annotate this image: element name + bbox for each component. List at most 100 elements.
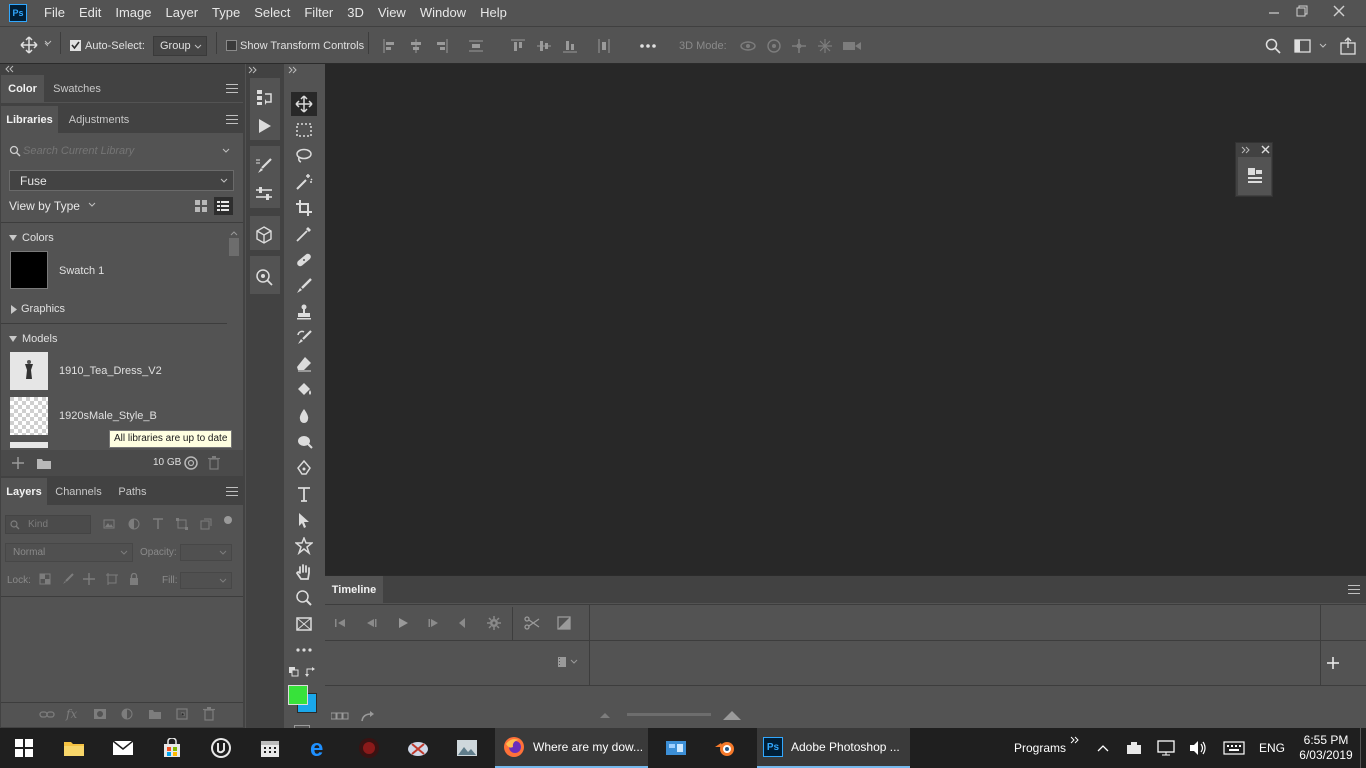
photoshop-taskbar-button[interactable]: Ps Adobe Photoshop ...: [757, 728, 910, 768]
filter-shape-layers-button[interactable]: [176, 518, 188, 530]
floating-panel-close-button[interactable]: [1261, 145, 1270, 154]
color-panel-menu-icon[interactable]: [226, 84, 238, 93]
show-desktop-button[interactable]: [1360, 728, 1366, 768]
frame-tool[interactable]: [291, 612, 317, 636]
tab-paths[interactable]: Paths: [110, 478, 155, 505]
lock-position-button[interactable]: [83, 573, 95, 585]
dodge-tool[interactable]: [291, 430, 317, 454]
timeline-menu-icon[interactable]: [1348, 585, 1360, 594]
view-by-type-dropdown[interactable]: View by Type: [9, 199, 96, 213]
menu-type[interactable]: Type: [205, 0, 247, 25]
edit-toolbar-button[interactable]: [291, 638, 317, 662]
align-left-edges-button[interactable]: [383, 39, 397, 53]
menu-edit[interactable]: Edit: [72, 0, 108, 25]
list-view-button[interactable]: [214, 197, 233, 215]
model-thumbnail-male-style[interactable]: [10, 397, 48, 435]
close-window-button[interactable]: [1324, 0, 1354, 22]
control-panel-button[interactable]: [652, 728, 700, 768]
type-tool[interactable]: [291, 482, 317, 506]
edge-browser-button[interactable]: e: [296, 728, 344, 768]
swap-colors-button[interactable]: [305, 667, 316, 677]
crop-tool[interactable]: [291, 196, 317, 220]
align-right-edges-button[interactable]: [434, 39, 448, 53]
model-thumbnail-tea-dress[interactable]: [10, 352, 48, 390]
actions-panel-button[interactable]: [255, 117, 273, 135]
healing-brush-tool[interactable]: [291, 248, 317, 272]
audio-button[interactable]: [456, 617, 468, 629]
grid-view-button[interactable]: [194, 199, 208, 213]
align-vertical-centers-button[interactable]: [537, 39, 551, 53]
blur-tool[interactable]: [291, 404, 317, 428]
delete-layer-button[interactable]: [203, 707, 215, 721]
default-colors-button[interactable]: [289, 667, 299, 677]
path-selection-tool[interactable]: [291, 508, 317, 532]
library-search-input[interactable]: [23, 141, 213, 161]
menu-select[interactable]: Select: [247, 0, 297, 25]
menu-layer[interactable]: Layer: [159, 0, 206, 25]
new-adjustment-layer-button[interactable]: [121, 708, 133, 720]
davinci-app-button[interactable]: [345, 728, 393, 768]
history-panel-button[interactable]: [255, 88, 273, 106]
floating-panel-icon-button[interactable]: [1238, 157, 1271, 195]
convert-to-frame-animation-button[interactable]: [331, 712, 349, 720]
menu-window[interactable]: Window: [413, 0, 473, 25]
volume-button[interactable]: [1186, 728, 1210, 768]
filter-smart-objects-button[interactable]: [200, 518, 212, 530]
lock-image-pixels-button[interactable]: [62, 573, 74, 585]
fx-icon[interactable]: fx: [66, 707, 77, 721]
custom-shape-tool[interactable]: [291, 534, 317, 558]
library-select[interactable]: Fuse: [9, 170, 234, 191]
3d-scale-button[interactable]: [842, 38, 862, 54]
delete-library-item-button[interactable]: [208, 456, 220, 470]
3d-roll-button[interactable]: [765, 38, 783, 54]
mail-button[interactable]: [99, 728, 147, 768]
eraser-tool[interactable]: [291, 352, 317, 376]
restore-button[interactable]: [1287, 0, 1317, 22]
search-button[interactable]: [1265, 38, 1281, 54]
creative-cloud-sync-button[interactable]: [182, 456, 200, 470]
timeline-zoom-slider[interactable]: [627, 713, 711, 716]
clone-stamp-tool[interactable]: [291, 300, 317, 324]
create-group-button[interactable]: [36, 456, 52, 470]
align-bottom-edges-button[interactable]: [563, 39, 577, 53]
section-graphics[interactable]: Graphics: [9, 303, 65, 315]
3d-pan-button[interactable]: [790, 38, 808, 54]
calendar-button[interactable]: [246, 728, 294, 768]
magic-wand-tool[interactable]: [291, 170, 317, 194]
start-button[interactable]: [0, 728, 48, 768]
file-explorer-button[interactable]: [50, 728, 98, 768]
model-label-male-style[interactable]: 1920sMale_Style_B: [59, 410, 157, 422]
menu-3d[interactable]: 3D: [340, 0, 371, 25]
zoom-in-timeline-button[interactable]: [723, 710, 741, 720]
zoom-tool[interactable]: [291, 586, 317, 610]
3d-slide-button[interactable]: [816, 38, 834, 54]
store-button[interactable]: [148, 728, 196, 768]
3d-orbit-button[interactable]: [739, 38, 757, 54]
filter-pixel-layers-button[interactable]: [103, 518, 115, 530]
section-models[interactable]: Models: [9, 333, 57, 345]
blend-mode-select[interactable]: Normal: [5, 543, 133, 562]
foreground-color-swatch[interactable]: [288, 685, 308, 705]
programs-toolbar[interactable]: Programs: [1010, 728, 1092, 768]
menu-file[interactable]: File: [37, 0, 72, 25]
menu-filter[interactable]: Filter: [297, 0, 340, 25]
show-hidden-icons-button[interactable]: [1092, 728, 1114, 768]
tab-adjustments[interactable]: Adjustments: [60, 106, 138, 133]
network-button[interactable]: [1154, 728, 1178, 768]
swatch-1-label[interactable]: Swatch 1: [59, 265, 104, 277]
tab-timeline[interactable]: Timeline: [325, 576, 383, 603]
brushes-panel-button[interactable]: [255, 185, 273, 203]
layers-panel-menu-icon[interactable]: [226, 487, 238, 496]
filter-adjustment-layers-button[interactable]: [128, 518, 140, 530]
tab-color[interactable]: Color: [1, 75, 44, 102]
distribute-horizontal-button[interactable]: [597, 39, 611, 53]
brush-tool[interactable]: [291, 274, 317, 298]
link-layers-button[interactable]: [39, 709, 55, 721]
menu-help[interactable]: Help: [473, 0, 514, 25]
show-transform-controls-checkbox[interactable]: [226, 40, 237, 51]
paint-bucket-tool[interactable]: [291, 378, 317, 402]
more-options-button[interactable]: [639, 39, 657, 53]
align-top-edges-button[interactable]: [511, 39, 525, 53]
tray-app-button[interactable]: [1122, 728, 1146, 768]
add-layer-mask-button[interactable]: [93, 708, 107, 720]
